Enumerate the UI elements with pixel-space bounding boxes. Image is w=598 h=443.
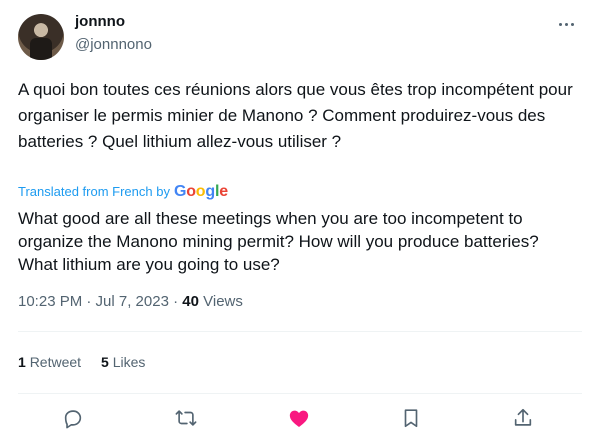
- bookmark-icon[interactable]: [396, 403, 426, 433]
- divider: [18, 331, 582, 332]
- reply-icon[interactable]: [58, 403, 88, 433]
- google-logo: Google: [173, 183, 228, 200]
- like-icon[interactable]: [284, 403, 314, 433]
- share-icon[interactable]: [508, 403, 538, 433]
- retweets-stat[interactable]: 1 Retweet: [18, 352, 81, 372]
- more-options-icon[interactable]: [554, 14, 578, 34]
- tweet-translated-text: What good are all these meetings when yo…: [18, 209, 539, 274]
- engagement-stats: 1 Retweet 5 Likes: [18, 352, 145, 372]
- views-count: 40: [182, 293, 199, 310]
- tweet-timestamp[interactable]: 10:23 PM · Jul 7, 2023 ·: [18, 293, 182, 310]
- action-bar: [0, 403, 598, 433]
- translation-attribution[interactable]: Translated from French by Google: [18, 183, 228, 201]
- avatar[interactable]: [18, 14, 64, 60]
- tweet-meta: 10:23 PM · Jul 7, 2023 · 40 Views: [18, 292, 243, 312]
- divider: [18, 393, 582, 394]
- retweet-icon[interactable]: [171, 403, 201, 433]
- translated-label: Translated from French by: [18, 184, 170, 199]
- views-label: Views: [203, 293, 243, 310]
- author-display-name[interactable]: jonnno: [75, 12, 152, 32]
- author-handle[interactable]: @jonnnono: [75, 35, 152, 55]
- author-names: jonnno @jonnnono: [75, 12, 152, 55]
- tweet-original-text: A quoi bon toutes ces réunions alors que…: [18, 80, 573, 151]
- tweet-header: jonnno @jonnnono: [18, 12, 582, 62]
- likes-stat[interactable]: 5 Likes: [101, 352, 145, 372]
